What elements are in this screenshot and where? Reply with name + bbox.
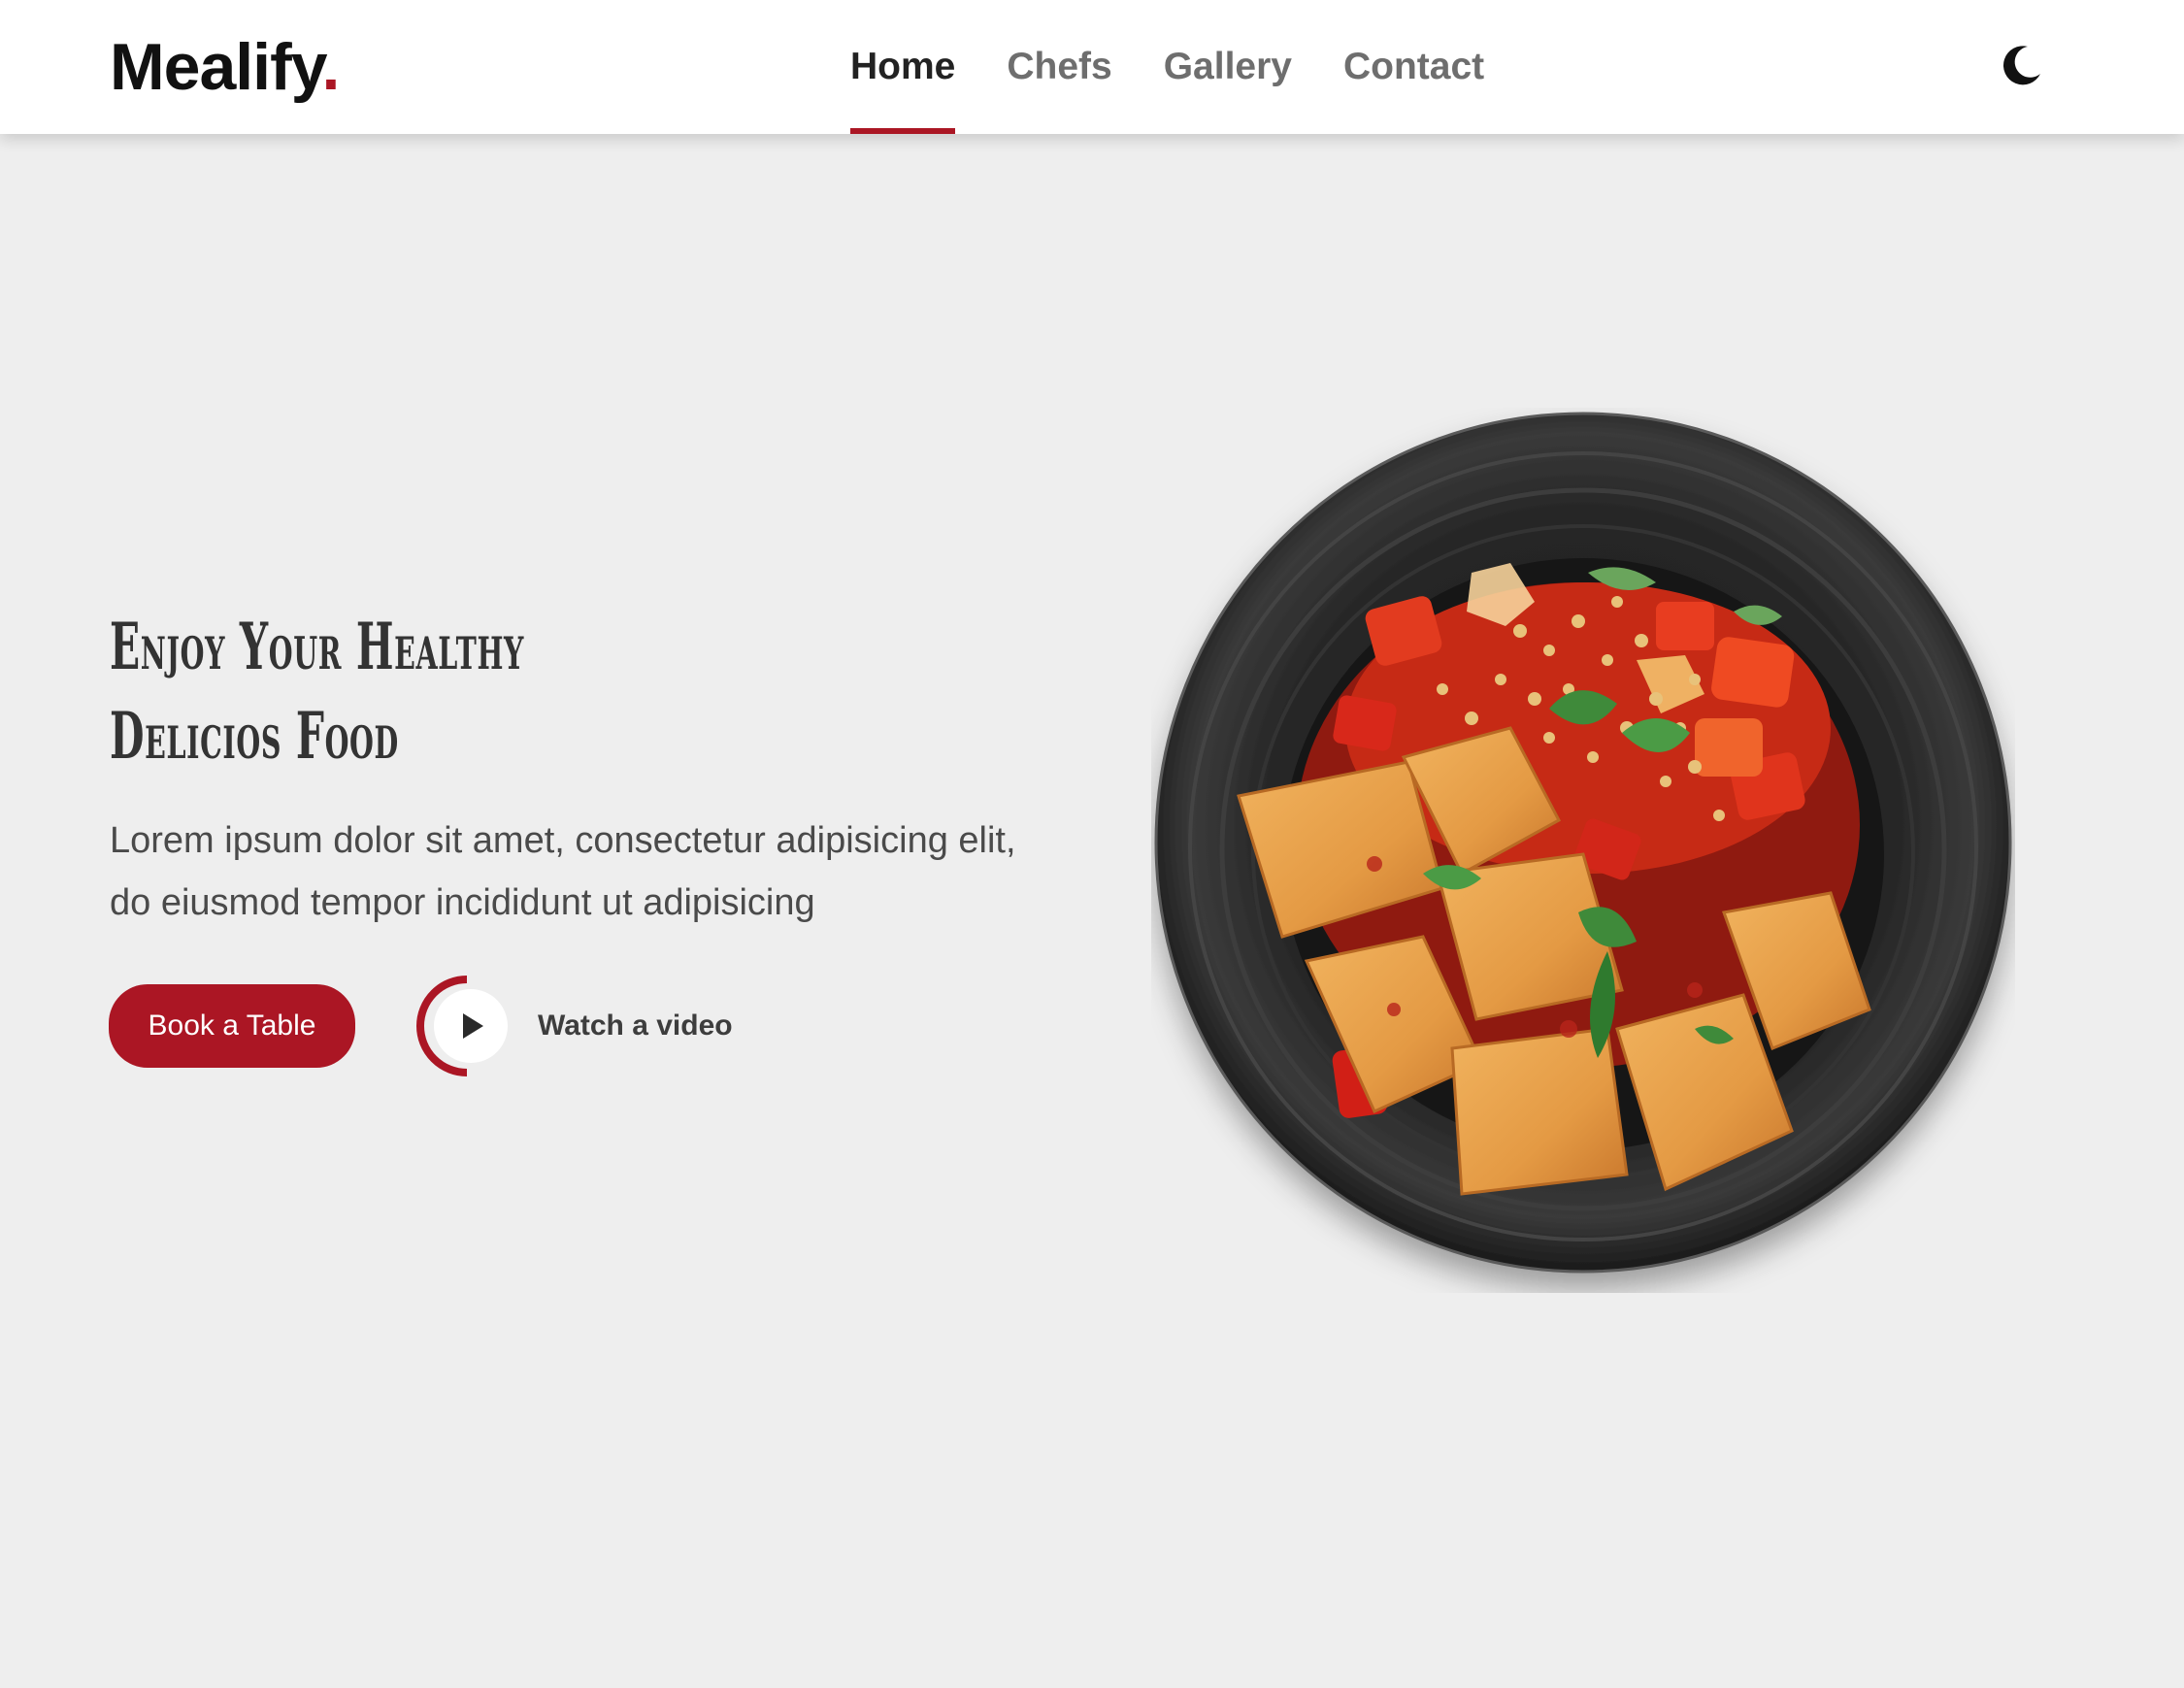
plate-of-food-image [1151, 408, 2015, 1293]
brand-logo[interactable]: Mealify. [110, 29, 340, 105]
watch-video-link[interactable]: Watch a video [415, 975, 733, 1077]
nav-item-gallery[interactable]: Gallery [1164, 0, 1292, 134]
moon-icon[interactable] [1998, 41, 2046, 89]
nav-item-contact[interactable]: Contact [1343, 0, 1484, 134]
hero-title: Enjoy Your Healthy Delicios Food [110, 602, 524, 780]
play-icon [416, 976, 508, 1076]
watch-video-label: Watch a video [538, 1009, 733, 1042]
brand-dot: . [321, 30, 340, 104]
play-button[interactable] [415, 975, 518, 1077]
nav-item-chefs[interactable]: Chefs [1007, 0, 1111, 134]
main-nav: Home Chefs Gallery Contact [850, 0, 1484, 134]
nav-item-home[interactable]: Home [850, 0, 956, 134]
hero-title-line-2: Delicios Food [110, 698, 399, 774]
site-header: Mealify. Home Chefs Gallery Contact [0, 0, 2184, 134]
book-table-button[interactable]: Book a Table [109, 984, 355, 1068]
brand-name: Mealify [110, 30, 322, 104]
hero-title-line-1: Enjoy Your Healthy [110, 609, 525, 684]
hero-description: Lorem ipsum dolor sit amet, consectetur … [110, 820, 1016, 923]
